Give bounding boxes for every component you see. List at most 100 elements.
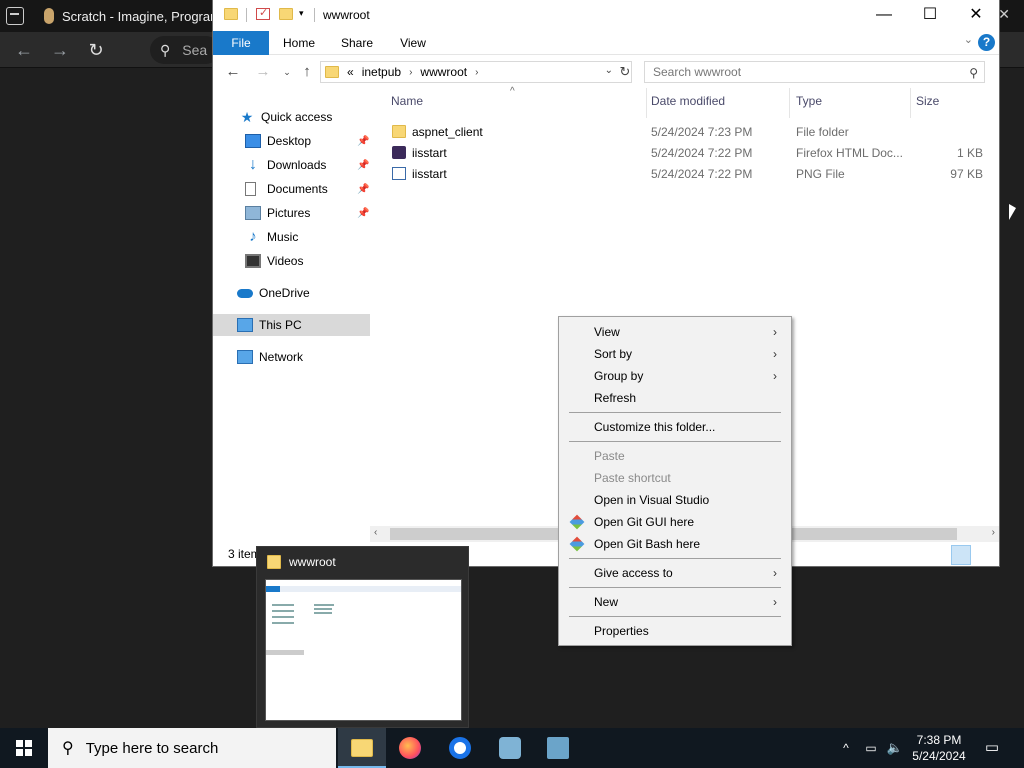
large-icons-view-icon[interactable] — [973, 545, 993, 565]
nav-item-quick-access[interactable]: ★ Quick access — [239, 106, 333, 128]
forward-arrow-icon[interactable]: → — [48, 38, 72, 62]
chevron-right-icon[interactable]: › — [475, 67, 478, 78]
png-file-icon — [392, 167, 406, 180]
preview-thumbnail[interactable] — [265, 579, 462, 721]
browser-tab[interactable]: Scratch - Imagine, Program, — [36, 0, 236, 32]
breadcrumb-inetpub[interactable]: inetpub — [362, 65, 401, 79]
file-explorer-icon — [351, 739, 373, 757]
menu-item-new[interactable]: New › — [561, 591, 789, 613]
menu-label: Properties — [594, 624, 649, 638]
chevron-right-icon[interactable]: › — [409, 67, 412, 78]
chevron-up-icon[interactable]: ^ — [836, 728, 856, 768]
chevron-down-icon[interactable]: ⌄ — [605, 65, 613, 76]
maximize-button[interactable]: ☐ — [907, 0, 953, 30]
scroll-right-icon[interactable]: › — [992, 527, 995, 538]
table-row[interactable]: iisstart 5/24/2024 7:22 PM PNG File 97 K… — [370, 163, 999, 184]
thumbnail-file-tab — [266, 586, 280, 592]
breadcrumb-overflow[interactable]: « — [347, 65, 354, 79]
network-status-icon[interactable]: ▭ — [860, 728, 882, 768]
close-icon[interactable]: ✕ — [998, 6, 1010, 23]
breadcrumb-wwwroot[interactable]: wwwroot — [420, 65, 467, 79]
nav-item-desktop[interactable]: Desktop — [245, 130, 311, 152]
refresh-icon[interactable]: ↻ — [616, 61, 634, 83]
menu-item-group-by[interactable]: Group by › — [561, 365, 789, 387]
pin-icon[interactable]: 📌 — [357, 184, 369, 195]
table-row[interactable]: aspnet_client 5/24/2024 7:23 PM File fol… — [370, 121, 999, 142]
menu-label: Paste shortcut — [594, 471, 671, 485]
tab-home[interactable]: Home — [277, 31, 321, 55]
taskbar-chrome[interactable] — [436, 728, 484, 768]
mouse-cursor — [1009, 204, 1016, 220]
column-header-date[interactable]: Date modified — [651, 94, 725, 108]
reload-icon[interactable]: ↻ — [84, 38, 108, 62]
menu-item-properties[interactable]: Properties — [561, 620, 789, 642]
file-date: 5/24/2024 7:23 PM — [651, 125, 753, 139]
up-arrow-icon[interactable]: ↑ — [297, 62, 317, 82]
tab-view[interactable]: View — [393, 31, 433, 55]
navigation-pane: ★ Quick access Desktop 📌 ↓ Downloads 📌 D… — [213, 96, 370, 536]
thumbnail-ribbon — [266, 586, 461, 592]
divider[interactable] — [789, 88, 790, 118]
divider[interactable] — [910, 88, 911, 118]
menu-item-view[interactable]: View › — [561, 321, 789, 343]
star-icon: ★ — [240, 109, 254, 125]
tab-share[interactable]: Share — [335, 31, 379, 55]
column-header-name[interactable]: Name — [391, 94, 423, 108]
taskbar-paint[interactable] — [486, 728, 534, 768]
back-arrow-icon[interactable]: ← — [12, 38, 36, 62]
notification-icon[interactable]: ▭ — [978, 728, 1006, 768]
table-row[interactable]: iisstart 5/24/2024 7:22 PM Firefox HTML … — [370, 142, 999, 163]
divider[interactable] — [646, 88, 647, 118]
menu-item-open-visual-studio[interactable]: Open in Visual Studio — [561, 489, 789, 511]
nav-item-pictures[interactable]: Pictures — [245, 202, 310, 224]
nav-item-documents[interactable]: Documents — [245, 178, 328, 200]
expand-ribbon-icon[interactable]: ⌄ — [964, 33, 973, 46]
scroll-left-icon[interactable]: ‹ — [374, 527, 377, 538]
minimize-button[interactable]: — — [861, 0, 907, 30]
pin-icon[interactable]: 📌 — [357, 160, 369, 171]
system-clock[interactable]: 7:38 PM 5/24/2024 — [906, 732, 972, 764]
help-icon[interactable]: ? — [978, 34, 995, 51]
recent-locations-icon[interactable]: ⌄ — [277, 62, 297, 82]
forward-arrow-icon[interactable]: → — [253, 62, 273, 82]
details-view-icon[interactable] — [951, 545, 971, 565]
start-button[interactable] — [0, 728, 48, 768]
menu-item-give-access[interactable]: Give access to › — [561, 562, 789, 584]
nav-item-downloads[interactable]: ↓ Downloads — [245, 154, 326, 176]
menu-item-git-gui[interactable]: Open Git GUI here — [561, 511, 789, 533]
browser-search-box[interactable]: ⚲ Sea — [150, 36, 220, 64]
menu-item-git-bash[interactable]: Open Git Bash here — [561, 533, 789, 555]
new-folder-icon[interactable] — [279, 8, 293, 20]
nav-item-network[interactable]: Network — [237, 346, 303, 368]
pin-icon[interactable]: 📌 — [357, 208, 369, 219]
back-arrow-icon[interactable]: ← — [223, 62, 243, 82]
tab-file[interactable]: File — [213, 31, 269, 55]
nav-item-music[interactable]: ♪ Music — [245, 226, 298, 248]
volume-muted-icon[interactable]: 🔈 — [884, 728, 906, 768]
menu-item-refresh[interactable]: Refresh — [561, 387, 789, 409]
customize-toolbar-icon[interactable]: ▾ — [299, 8, 304, 19]
taskbar-server-manager[interactable] — [534, 728, 582, 768]
taskbar-search-box[interactable]: ⚲ Type here to search — [48, 728, 336, 768]
taskbar-file-explorer[interactable] — [338, 728, 386, 768]
onedrive-icon — [237, 288, 253, 298]
taskbar-firefox[interactable] — [386, 728, 434, 768]
column-header-size[interactable]: Size — [916, 94, 939, 108]
taskbar-window-preview[interactable]: wwwroot — [256, 546, 469, 728]
thumbnail-line — [272, 616, 294, 618]
search-icon: ⚲ — [62, 740, 74, 757]
close-button[interactable]: ✕ — [953, 0, 999, 30]
pin-icon[interactable]: 📌 — [357, 136, 369, 147]
menu-item-customize-folder[interactable]: Customize this folder... — [561, 416, 789, 438]
address-bar[interactable]: « inetpub › wwwroot › ⌄ — [320, 61, 632, 83]
menu-item-sort-by[interactable]: Sort by › — [561, 343, 789, 365]
nav-item-onedrive[interactable]: OneDrive — [237, 282, 310, 304]
search-input[interactable]: Search wwwroot ⚲ — [644, 61, 985, 83]
nav-label: Documents — [267, 182, 328, 196]
tab-list-icon[interactable] — [6, 7, 24, 25]
properties-check-icon[interactable] — [256, 6, 270, 20]
nav-item-videos[interactable]: Videos — [245, 250, 303, 272]
column-header-type[interactable]: Type — [796, 94, 822, 108]
menu-item-paste: Paste — [561, 445, 789, 467]
nav-item-this-pc[interactable]: This PC — [213, 314, 370, 336]
